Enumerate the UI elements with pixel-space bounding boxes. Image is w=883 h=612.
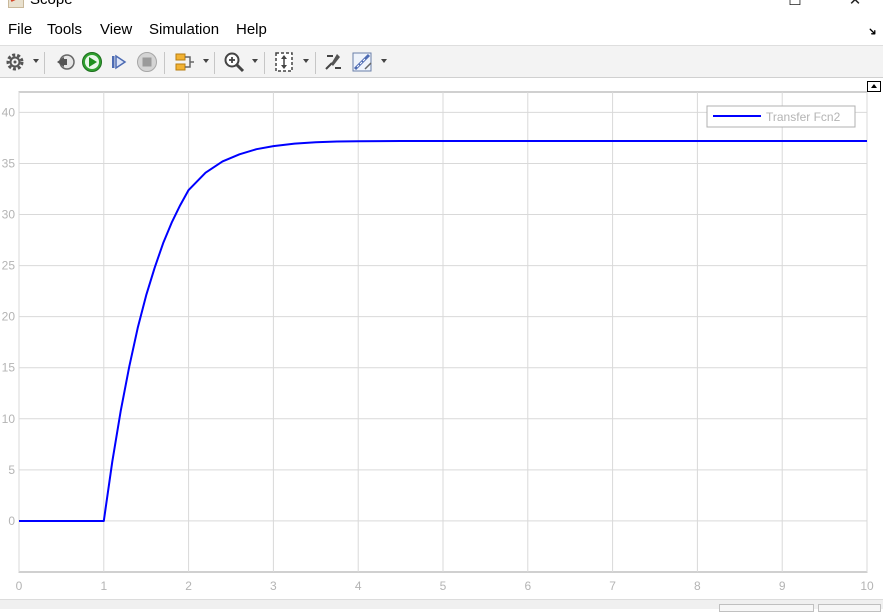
x-tick-label: 0 [16,579,23,593]
x-tick-label: 3 [270,579,277,593]
x-tick-label: 5 [440,579,447,593]
x-tick-label: 7 [609,579,616,593]
scope-app-icon [8,0,24,8]
step-back-icon[interactable] [53,51,77,73]
y-tick-label: 15 [2,361,16,375]
toolbar-separator [315,52,316,74]
chart[interactable]: 0 1 2 3 4 5 6 7 8 9 10 0 5 10 15 20 25 30 35 40 Transfer Fc… [0,79,883,599]
y-tick-label: 25 [2,259,16,273]
measure-dropdown-icon[interactable] [381,59,387,63]
signal-selector-dropdown-icon[interactable] [203,59,209,63]
x-tick-label: 10 [860,579,874,593]
menu-simulation[interactable]: Simulation [149,21,219,38]
menu-bar: File Tools View Simulation Help ➜ [0,18,883,44]
collapse-toolstrip-icon[interactable]: ➜ [865,24,881,39]
toolbar-separator [44,52,45,74]
toolbar [0,45,883,78]
status-field [719,604,814,612]
y-tick-label: 0 [8,514,15,528]
y-tick-label: 35 [2,156,16,170]
stop-icon[interactable] [135,51,159,73]
menu-tools[interactable]: Tools [47,21,82,38]
settings-dropdown-icon[interactable] [33,59,39,63]
y-tick-label: 30 [2,208,16,222]
x-tick-label: 9 [779,579,786,593]
y-tick-label: 20 [2,310,16,324]
run-icon[interactable] [80,51,104,73]
x-tick-label: 8 [694,579,701,593]
toolbar-separator [264,52,265,74]
window-title: Scope [30,0,73,8]
x-tick-label: 2 [185,579,192,593]
step-forward-icon[interactable] [107,51,131,73]
undock-icon[interactable] [867,81,881,92]
zoom-icon[interactable] [222,51,246,73]
y-tick-label: 10 [2,412,16,426]
x-tick-label: 1 [100,579,107,593]
autoscale-dropdown-icon[interactable] [303,59,309,63]
toolbar-separator [164,52,165,74]
window-titlebar: Scope ☐ ✕ [0,0,883,12]
x-tick-label: 4 [355,579,362,593]
x-tick-label: 6 [524,579,531,593]
maximize-button[interactable]: ☐ [780,0,810,9]
scope-plot-area: 0 1 2 3 4 5 6 7 8 9 10 0 5 10 15 20 25 30 35 40 Transfer Fc… [0,79,883,599]
measure-icon[interactable] [350,51,374,73]
signal-selector-icon[interactable] [172,51,196,73]
autoscale-icon[interactable] [272,51,296,73]
status-field [818,604,881,612]
y-tick-label: 40 [2,105,16,119]
status-bar [0,599,883,612]
legend-series-label: Transfer Fcn2 [766,110,841,124]
menu-help[interactable]: Help [236,21,267,38]
gear-icon[interactable] [3,51,27,73]
zoom-dropdown-icon[interactable] [252,59,258,63]
close-button[interactable]: ✕ [840,0,870,9]
menu-view[interactable]: View [100,21,132,38]
legend[interactable]: Transfer Fcn2 [706,105,856,128]
toolbar-separator [214,52,215,74]
style-icon[interactable] [321,51,345,73]
y-tick-label: 5 [8,463,15,477]
menu-file[interactable]: File [8,21,32,38]
